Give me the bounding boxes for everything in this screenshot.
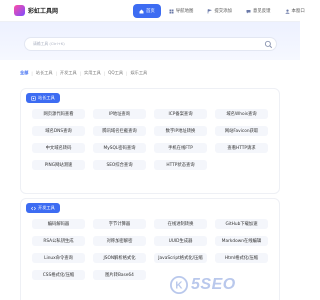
section-title-text: 站长工具 <box>38 95 55 100</box>
tab-dev[interactable]: 开发工具 <box>60 70 77 76</box>
tab-fun[interactable]: 娱乐工具 <box>130 70 147 76</box>
home-icon <box>139 9 144 14</box>
code-icon <box>31 206 36 211</box>
main-nav: 首页 导航地图 提交添加 意见反馈 本窗口 <box>133 4 313 18</box>
search-input[interactable]: 请输工具 (Ctrl+K) <box>24 37 277 51</box>
tool-item[interactable]: PING网站测速 <box>32 160 85 170</box>
divider: | <box>79 70 81 76</box>
tool-item[interactable]: Html格式化/压缩 <box>215 253 268 263</box>
tool-grid: 网页源代码查看 IP地址查询 ICP备案查询 域名Whois查询 域名DNS查询… <box>32 109 270 170</box>
flag-icon <box>207 8 213 14</box>
section-title: 开发工具 <box>26 203 60 213</box>
tool-item[interactable]: MySQL密码查询 <box>93 143 146 153</box>
grid-icon <box>169 9 174 14</box>
nav-item-user[interactable]: 本窗口 <box>279 4 311 18</box>
tool-item[interactable]: 腾讯域名拦截查询 <box>93 126 146 136</box>
nav-label: 本窗口 <box>291 9 305 14</box>
divider: | <box>31 70 33 76</box>
tool-item[interactable]: Markdown在线编辑 <box>215 236 268 246</box>
watermark-prefix: K <box>175 281 183 292</box>
station-icon <box>31 95 36 101</box>
tool-item[interactable]: HTTP状态查询 <box>154 160 207 170</box>
tool-item[interactable]: 手机在线FTP <box>154 143 207 153</box>
tool-grid: 编码解码器 字节计算器 在线进制转换 GitHub下载加速 RSA公私钥生成 对… <box>32 219 270 280</box>
watermark-text: 5SEO <box>191 276 236 294</box>
search-placeholder: 请输工具 (Ctrl+K) <box>33 41 65 46</box>
logo-text: 彩虹工具网 <box>28 8 59 15</box>
tool-item[interactable]: 域名Whois查询 <box>215 109 268 119</box>
divider: | <box>103 70 106 76</box>
watermark-logo-icon: K <box>170 276 188 294</box>
top-header: 彩虹工具网 首页 导航地图 提交添加 意见反馈 本窗口 <box>0 0 305 22</box>
tool-item[interactable]: JavaScript格式化/压缩 <box>154 253 207 263</box>
tool-item[interactable]: IP地址查询 <box>93 109 146 119</box>
section-title: 站长工具 <box>26 93 60 103</box>
section-title-text: 开发工具 <box>38 205 55 210</box>
site-logo[interactable]: 彩虹工具网 <box>14 5 58 16</box>
tool-item[interactable]: 网站Favicon获取 <box>215 126 268 136</box>
tool-item[interactable]: 域名DNS查询 <box>32 126 85 136</box>
nav-label: 提交添加 <box>214 9 232 14</box>
tool-item[interactable]: GitHub下载加速 <box>215 219 268 229</box>
category-tabs: 全部 | 站长工具 | 开发工具 | 实用工具 | QQ工具 | 娱乐工具 <box>20 68 147 78</box>
nav-item-feedback[interactable]: 意见反馈 <box>240 4 277 18</box>
tool-item[interactable]: 编码解码器 <box>32 219 85 229</box>
user-icon <box>285 9 290 14</box>
tool-item[interactable]: 图片转Base64 <box>93 270 146 280</box>
tab-utility[interactable]: 实用工具 <box>84 70 101 76</box>
tool-item[interactable]: JSON解析格式化 <box>93 253 146 263</box>
tool-item[interactable]: 数字IP地址转换 <box>154 126 207 136</box>
tool-item[interactable]: ICP备案查询 <box>154 109 207 119</box>
tab-all[interactable]: 全部 <box>20 70 28 76</box>
hero-banner: 请输工具 (Ctrl+K) <box>0 22 300 60</box>
search-icon[interactable] <box>264 40 273 49</box>
tool-item[interactable]: CSS格式化/压缩 <box>32 270 85 280</box>
tab-webmaster[interactable]: 站长工具 <box>36 70 53 76</box>
nav-label: 首页 <box>146 9 155 14</box>
tool-item[interactable]: 查看HTTP请求 <box>215 143 268 153</box>
tab-qq[interactable]: QQ工具 <box>108 70 123 76</box>
tool-item[interactable]: SEO综合查询 <box>93 160 146 170</box>
tool-item[interactable]: 网页源代码查看 <box>32 109 85 119</box>
section-webmaster: 站长工具 网页源代码查看 IP地址查询 ICP备案查询 域名Whois查询 域名… <box>20 88 280 194</box>
logo-icon <box>14 5 25 16</box>
tool-item[interactable]: UUID生成器 <box>154 236 207 246</box>
watermark: K 5SEO <box>170 276 236 294</box>
section-dev: 开发工具 编码解码器 字节计算器 在线进制转换 GitHub下载加速 RSA公私… <box>20 198 280 300</box>
nav-item-submit[interactable]: 提交添加 <box>201 4 238 18</box>
watermark-text-value: 5SEO <box>191 276 236 293</box>
chat-icon <box>246 9 251 14</box>
tool-item[interactable]: 字节计算器 <box>93 219 146 229</box>
tool-item[interactable]: RSA公私钥生成 <box>32 236 85 246</box>
nav-label: 意见反馈 <box>252 9 271 14</box>
divider: | <box>55 70 57 76</box>
nav-item-map[interactable]: 导航地图 <box>163 4 200 18</box>
tool-item[interactable]: 在线进制转换 <box>154 219 207 229</box>
tool-item[interactable]: 中文域名转码 <box>32 143 85 153</box>
divider: | <box>126 70 128 76</box>
tool-item[interactable]: 对称加密解密 <box>93 236 146 246</box>
nav-item-home[interactable]: 首页 <box>133 4 161 18</box>
nav-label: 导航地图 <box>175 9 194 14</box>
tool-item[interactable]: Linux命令查询 <box>32 253 85 263</box>
